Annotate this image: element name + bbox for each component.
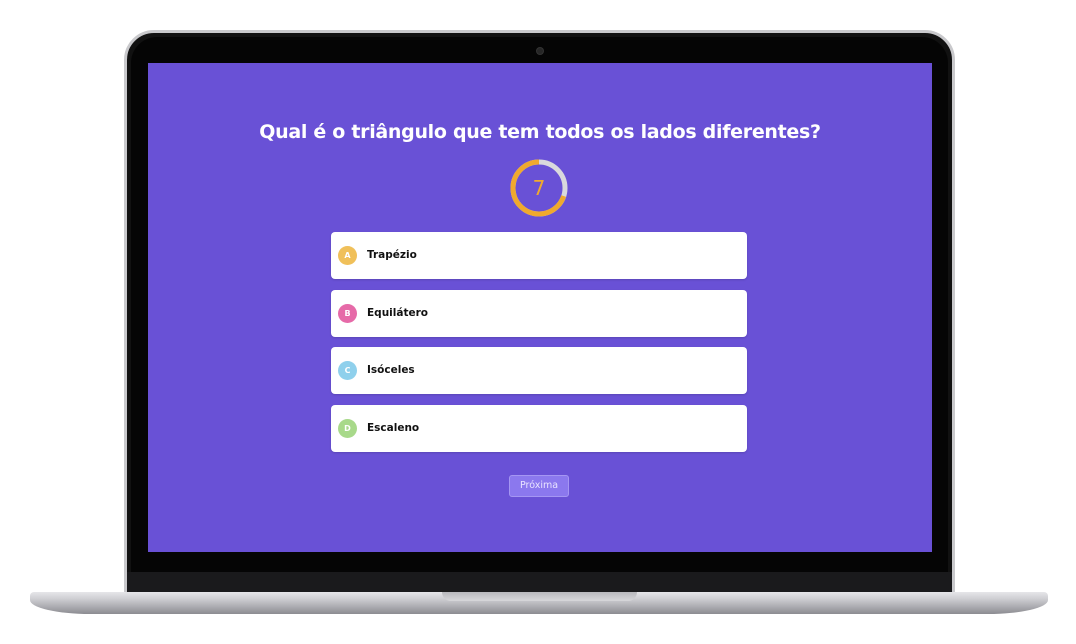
option-c[interactable]: C Isóceles (331, 347, 747, 394)
option-letter-badge: D (338, 418, 357, 438)
option-d[interactable]: D Escaleno (331, 404, 747, 452)
quiz-screen: Qual é o triângulo que tem todos os lado… (148, 63, 932, 552)
answer-options: A Trapézio B Equilátero C Isóceles D Esc… (331, 232, 747, 462)
option-label: Isóceles (367, 364, 415, 376)
option-label: Trapézio (367, 249, 417, 261)
option-label: Escaleno (367, 421, 420, 434)
option-b[interactable]: B Equilátero (331, 289, 747, 337)
option-letter-badge: A (338, 246, 357, 265)
question-title: Qual é o triângulo que tem todos os lado… (259, 121, 821, 143)
countdown-timer: 7 (510, 159, 568, 217)
next-button[interactable]: Próxima (509, 475, 569, 497)
option-a[interactable]: A Trapézio (331, 232, 747, 279)
timer-value: 7 (532, 176, 546, 200)
option-letter-badge: B (338, 303, 357, 323)
option-label: Equilátero (367, 306, 428, 319)
webcam (537, 48, 543, 54)
laptop-notch (442, 592, 637, 601)
option-letter-badge: C (338, 361, 357, 380)
